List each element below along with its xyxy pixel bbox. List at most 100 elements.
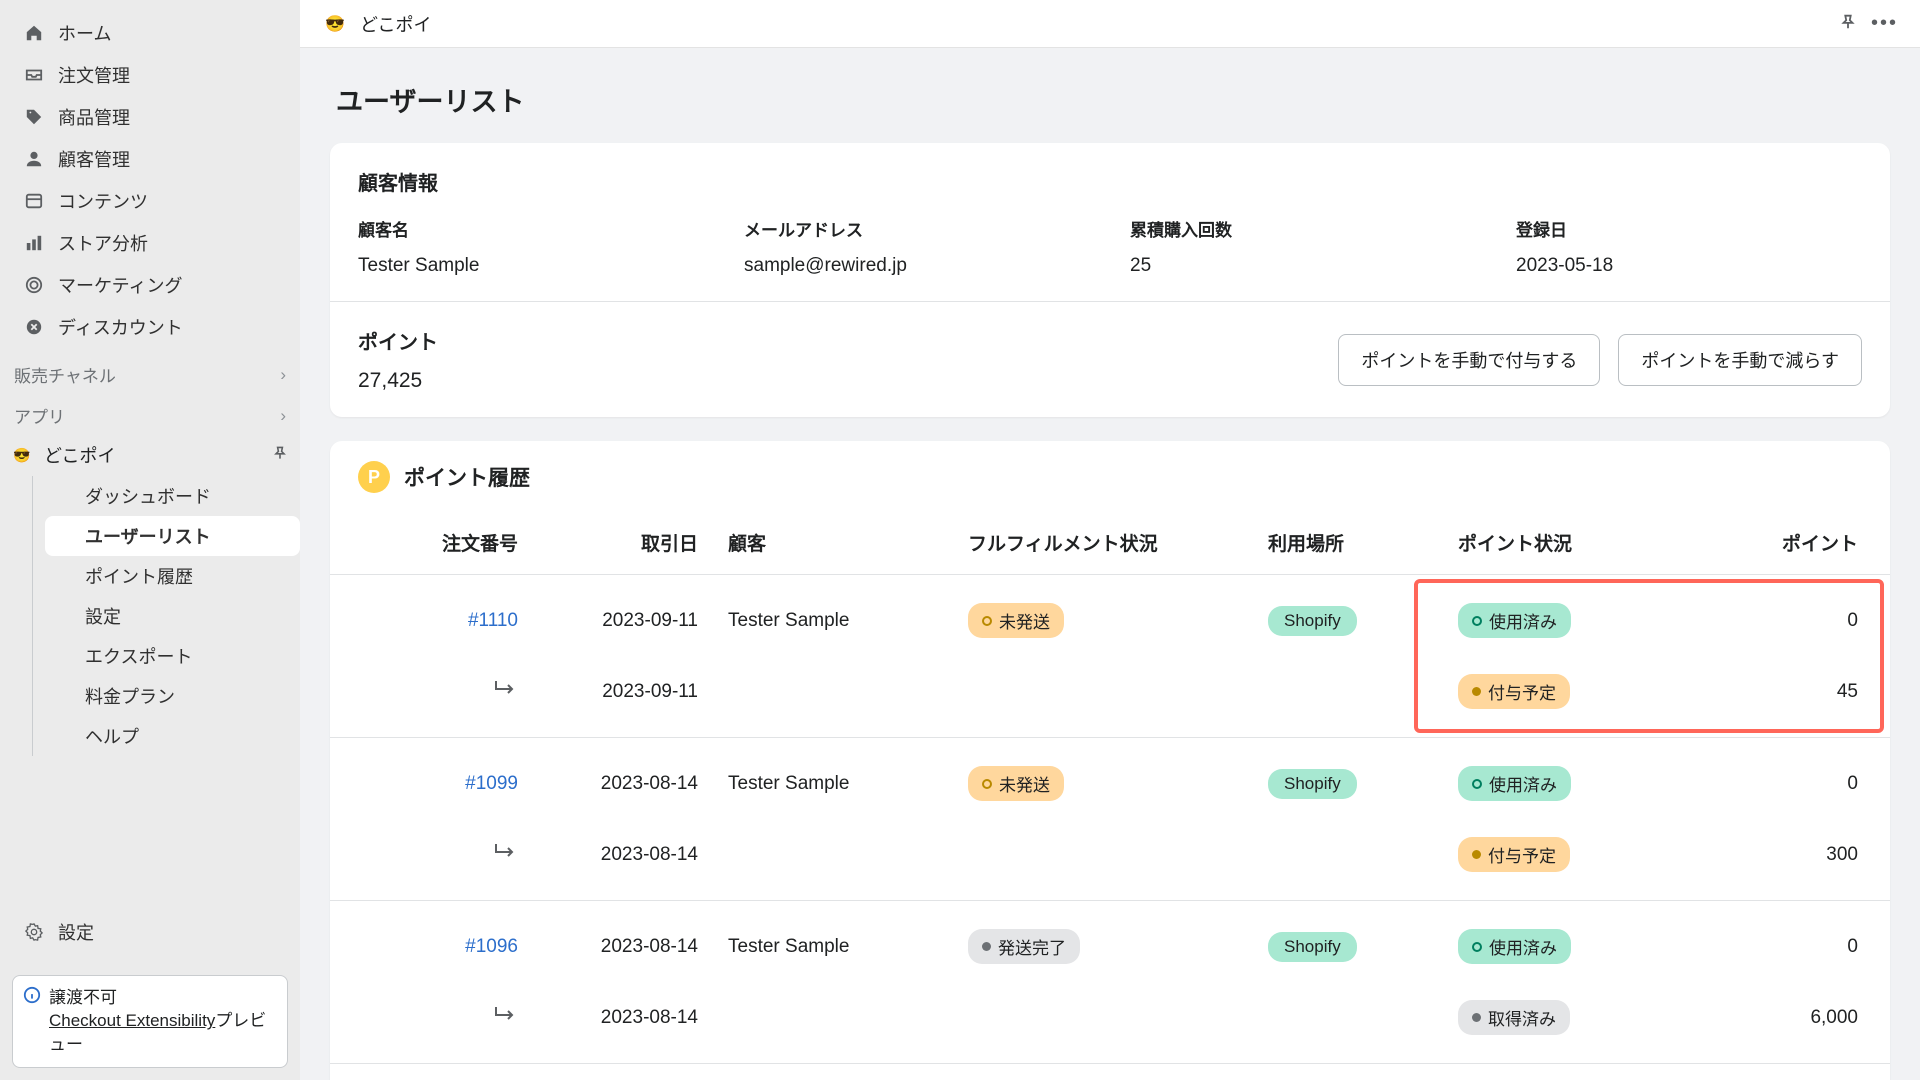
- page-title: ユーザーリスト: [336, 80, 1890, 119]
- order-link[interactable]: #1110: [468, 610, 518, 631]
- location-badge: Shopify: [1268, 606, 1357, 636]
- nav-content[interactable]: コンテンツ: [10, 180, 290, 222]
- cell-status: 付与予定: [1458, 837, 1698, 872]
- nav-settings[interactable]: 設定: [10, 911, 290, 953]
- badge-dot-icon: [1472, 942, 1482, 952]
- customer-email-col: メールアドレス sample@rewired.jp: [744, 216, 1090, 277]
- status-badge: 使用済み: [1458, 929, 1571, 964]
- subnav-dashboard[interactable]: ダッシュボード: [63, 476, 300, 516]
- status-badge: 未発送: [968, 766, 1064, 801]
- nav-home-label: ホーム: [58, 20, 111, 46]
- nav-home[interactable]: ホーム: [10, 12, 290, 54]
- badge-dot-icon: [982, 616, 992, 626]
- analytics-icon: [24, 233, 44, 253]
- subrow-arrow-icon: [358, 842, 548, 868]
- history-group: #1110 2023-09-11 Tester Sample 未発送 Shopi…: [330, 575, 1890, 738]
- history-group: #1099 2023-08-14 Tester Sample 未発送 Shopi…: [330, 738, 1890, 901]
- subnav-userlist[interactable]: ユーザーリスト: [45, 516, 300, 556]
- nav-analytics[interactable]: ストア分析: [10, 222, 290, 264]
- badge-dot-icon: [1472, 1013, 1481, 1022]
- subnav-settings[interactable]: 設定: [63, 596, 300, 636]
- subnav-label: 設定: [85, 603, 121, 629]
- nav-products[interactable]: 商品管理: [10, 96, 290, 138]
- topbar-actions: •••: [1839, 12, 1898, 35]
- status-badge: 取得済み: [1458, 1000, 1570, 1035]
- app-name-label: どこポイ: [44, 442, 115, 468]
- cell-status: 付与予定: [1458, 674, 1698, 709]
- status-badge: 未発送: [968, 603, 1064, 638]
- cell-location: Shopify: [1268, 932, 1458, 962]
- pin-icon[interactable]: [272, 445, 288, 466]
- customer-date-col: 登録日 2023-05-18: [1516, 216, 1862, 277]
- alert-body: Checkout Extensibilityプレビュー: [49, 1009, 275, 1057]
- th-status: ポイント状況: [1458, 529, 1698, 556]
- cell-points: 6,000: [1698, 1007, 1858, 1029]
- customer-email: sample@rewired.jp: [744, 255, 1090, 277]
- th-fulfill: フルフィルメント状況: [968, 529, 1268, 556]
- location-badge: Shopify: [1268, 932, 1357, 962]
- add-points-button[interactable]: ポイントを手動で付与する: [1338, 334, 1600, 386]
- customer-name-col: 顧客名 Tester Sample: [358, 216, 704, 277]
- subnav-export[interactable]: エクスポート: [63, 636, 300, 676]
- th-customer: 顧客: [728, 529, 968, 556]
- subnav-help[interactable]: ヘルプ: [63, 716, 300, 756]
- pin-icon[interactable]: [1839, 13, 1857, 34]
- subnav-label: 料金プラン: [85, 683, 175, 709]
- subnav-plan[interactable]: 料金プラン: [63, 676, 300, 716]
- subnav-label: ヘルプ: [85, 723, 139, 749]
- subnav-label: ポイント履歴: [85, 563, 193, 589]
- customer-section-title: 顧客情報: [358, 167, 1862, 196]
- cell-customer: Tester Sample: [728, 610, 968, 632]
- apps-header[interactable]: アプリ ›: [0, 393, 300, 434]
- app-logo-icon: 😎: [12, 445, 32, 465]
- cell-status: 取得済み: [1458, 1000, 1698, 1035]
- cell-date: 2023-08-14: [548, 936, 728, 958]
- location-badge: Shopify: [1268, 769, 1357, 799]
- subnav-point-history[interactable]: ポイント履歴: [63, 556, 300, 596]
- alert-box: 譲渡不可 Checkout Extensibilityプレビュー: [12, 975, 288, 1068]
- nav-marketing-label: マーケティング: [58, 272, 183, 298]
- badge-dot-icon: [1472, 687, 1481, 696]
- channels-label: 販売チャネル: [14, 362, 116, 387]
- cell-status: 使用済み: [1458, 766, 1698, 801]
- nav-marketing[interactable]: マーケティング: [10, 264, 290, 306]
- history-title: ポイント履歴: [404, 462, 530, 492]
- alert-link[interactable]: Checkout Extensibility: [49, 1011, 215, 1030]
- info-icon: [23, 986, 41, 1011]
- order-link[interactable]: #1096: [465, 936, 518, 957]
- subtract-points-button[interactable]: ポイントを手動で減らす: [1618, 334, 1862, 386]
- nav-customers[interactable]: 顧客管理: [10, 138, 290, 180]
- sidebar: ホーム 注文管理 商品管理 顧客管理 コンテンツ ストア分析: [0, 0, 300, 1080]
- info-label: メールアドレス: [744, 216, 1090, 241]
- cell-location: Shopify: [1268, 606, 1458, 636]
- subnav-label: エクスポート: [85, 643, 192, 669]
- table-subrow: 2023-08-14 付与予定 300: [330, 819, 1890, 890]
- home-icon: [24, 23, 44, 43]
- chevron-right-icon: ›: [280, 406, 286, 426]
- badge-dot-icon: [1472, 779, 1482, 789]
- channels-header[interactable]: 販売チャネル ›: [0, 352, 300, 393]
- settings-label: 設定: [58, 919, 94, 945]
- cell-customer: Tester Sample: [728, 773, 968, 795]
- nav-orders-label: 注文管理: [58, 62, 130, 88]
- cell-customer: Tester Sample: [728, 936, 968, 958]
- nav-discounts[interactable]: ディスカウント: [10, 306, 290, 348]
- customer-date: 2023-05-18: [1516, 255, 1862, 277]
- th-date: 取引日: [548, 529, 728, 556]
- subnav-label: ユーザーリスト: [85, 523, 211, 549]
- table-row: #1099 2023-08-14 Tester Sample 未発送 Shopi…: [330, 748, 1890, 819]
- status-badge: 使用済み: [1458, 603, 1571, 638]
- nav-orders[interactable]: 注文管理: [10, 54, 290, 96]
- user-icon: [24, 149, 44, 169]
- more-icon[interactable]: •••: [1871, 12, 1898, 35]
- cell-points: 0: [1698, 936, 1858, 958]
- order-link[interactable]: #1099: [465, 773, 518, 794]
- customer-name: Tester Sample: [358, 255, 704, 277]
- gear-icon: [24, 922, 44, 942]
- cell-points: 45: [1698, 681, 1858, 703]
- app-item-dokopoi[interactable]: 😎 どこポイ: [0, 434, 300, 476]
- target-icon: [24, 275, 44, 295]
- nav-customers-label: 顧客管理: [58, 146, 130, 172]
- info-label: 顧客名: [358, 216, 704, 241]
- history-header-row: 注文番号 取引日 顧客 フルフィルメント状況 利用場所 ポイント状況 ポイント: [330, 511, 1890, 575]
